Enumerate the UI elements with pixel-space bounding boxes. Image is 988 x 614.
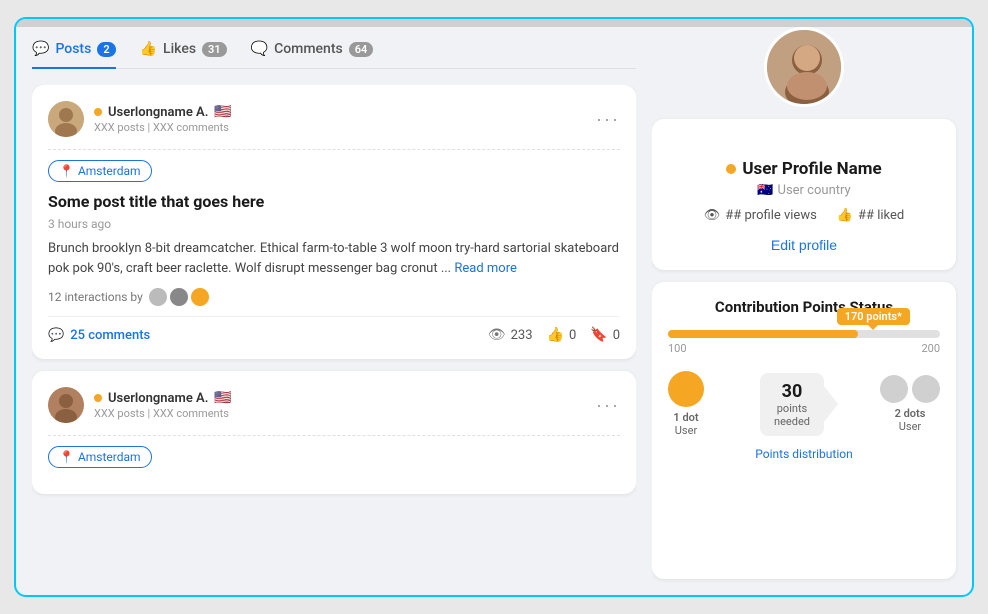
tab-posts[interactable]: 💬 Posts 2 — [32, 41, 116, 69]
author-flag-2: 🇺🇸 — [214, 390, 231, 406]
profile-avatar-wrapper — [652, 27, 956, 77]
post-interactions-1: 12 interactions by — [48, 288, 620, 306]
author-info-1: Userlongname A. 🇺🇸 XXX posts | XXX comme… — [94, 104, 232, 134]
post-card-2: Userlongname A. 🇺🇸 XXX posts | XXX comme… — [32, 371, 636, 494]
profile-status-dot — [726, 164, 736, 174]
comments-link-1[interactable]: 💬 25 comments — [48, 328, 150, 343]
read-more-link-1[interactable]: Read more — [454, 261, 517, 276]
likes-badge: 31 — [202, 42, 227, 57]
progress-bar-bg — [668, 330, 940, 338]
progress-labels: 100 200 — [668, 342, 940, 355]
points-needed-box: 30 pointsneeded — [760, 373, 824, 436]
progress-section: 170 points* 100 200 — [668, 330, 940, 355]
dot-circle-gray-2 — [912, 375, 940, 403]
eye-icon: 👁 — [488, 327, 506, 343]
comments-badge: 64 — [349, 42, 374, 57]
profile-views-stat: 👁 ## profile views — [704, 208, 817, 223]
post-author-2: Userlongname A. 🇺🇸 XXX posts | XXX comme… — [48, 387, 232, 423]
points-distribution-link[interactable]: Points distribution — [668, 447, 940, 461]
top-bar — [16, 19, 972, 27]
dot-level-1: 1 dot User — [668, 371, 704, 437]
interaction-dot-gray — [149, 288, 167, 306]
tab-posts-label: Posts — [55, 41, 91, 57]
arrow-wrapper: 30 pointsneeded — [760, 373, 824, 436]
interaction-dot-dark — [170, 288, 188, 306]
profile-avatar — [764, 27, 844, 107]
post-more-btn-1[interactable]: ··· — [596, 109, 620, 130]
posts-badge: 2 — [97, 42, 115, 57]
left-column: 💬 Posts 2 👍 Likes 31 🗨️ Comments 64 — [16, 27, 652, 595]
comments-icon-footer: 💬 — [48, 328, 64, 343]
author-avatar-1 — [48, 101, 84, 137]
author-meta-2: XXX posts | XXX comments — [94, 407, 232, 420]
author-info-2: Userlongname A. 🇺🇸 XXX posts | XXX comme… — [94, 390, 232, 420]
post-divider-1 — [48, 149, 620, 150]
views-stat-1: 👁 233 — [488, 327, 533, 343]
author-name-2: Userlongname A. 🇺🇸 — [94, 390, 232, 406]
eye-icon-profile: 👁 — [704, 208, 721, 223]
tab-likes[interactable]: 👍 Likes 31 — [140, 41, 227, 69]
points-number: 30 — [782, 381, 803, 402]
post-footer-1: 💬 25 comments 👁 233 👍 0 — [48, 316, 620, 343]
like-icon-profile: 👍 — [837, 208, 853, 223]
contribution-card: Contribution Points Status 170 points* 1… — [652, 282, 956, 579]
progress-tooltip: 170 points* — [837, 308, 910, 325]
post-more-btn-2[interactable]: ··· — [596, 395, 620, 416]
dot-circle-gray-1 — [880, 375, 908, 403]
posts-icon: 💬 — [32, 41, 49, 57]
location-icon: 📍 — [59, 164, 74, 178]
location-icon-2: 📍 — [59, 450, 74, 464]
two-dots — [880, 375, 940, 403]
post-divider-2 — [48, 435, 620, 436]
comments-icon: 🗨️ — [251, 41, 268, 57]
tabs-bar: 💬 Posts 2 👍 Likes 31 🗨️ Comments 64 — [32, 27, 636, 69]
post-card-1: Userlongname A. 🇺🇸 XXX posts | XXX comme… — [32, 85, 636, 359]
post-header-1: Userlongname A. 🇺🇸 XXX posts | XXX comme… — [48, 101, 620, 137]
author-name-1: Userlongname A. 🇺🇸 — [94, 104, 232, 120]
post-tag-2[interactable]: 📍 Amsterdam — [48, 446, 152, 468]
post-time-1: 3 hours ago — [48, 217, 620, 231]
like-icon: 👍 — [547, 327, 564, 343]
content-area: 💬 Posts 2 👍 Likes 31 🗨️ Comments 64 — [16, 27, 972, 595]
author-avatar-2 — [48, 387, 84, 423]
interaction-dot-orange — [191, 288, 209, 306]
profile-name: User Profile Name — [668, 159, 940, 179]
likes-icon: 👍 — [140, 41, 157, 57]
likes-stat-1[interactable]: 👍 0 — [547, 327, 577, 343]
post-title-1: Some post title that goes here — [48, 192, 620, 211]
profile-country: 🇦🇺 User country — [668, 183, 940, 198]
bookmark-icon: 🔖 — [590, 327, 607, 343]
right-column: User Profile Name 🇦🇺 User country 👁 ## p… — [652, 27, 972, 595]
dot-label-2: 2 dots User — [895, 407, 926, 433]
post-stats-1: 👁 233 👍 0 🔖 0 — [488, 327, 620, 343]
author-flag-1: 🇺🇸 — [214, 104, 231, 120]
bookmarks-stat-1[interactable]: 🔖 0 — [590, 327, 620, 343]
post-tag-1[interactable]: 📍 Amsterdam — [48, 160, 152, 182]
progress-bar-fill — [668, 330, 858, 338]
post-header-2: Userlongname A. 🇺🇸 XXX posts | XXX comme… — [48, 387, 620, 423]
tab-comments[interactable]: 🗨️ Comments 64 — [251, 41, 374, 69]
profile-liked-stat: 👍 ## liked — [837, 208, 904, 223]
dot-level-2: 2 dots User — [880, 375, 940, 433]
edit-profile-button[interactable]: Edit profile — [771, 237, 837, 253]
dot-label-1: 1 dot User — [673, 411, 698, 437]
tab-comments-label: Comments — [274, 41, 343, 57]
app-container: 💬 Posts 2 👍 Likes 31 🗨️ Comments 64 — [14, 17, 974, 597]
online-indicator-1 — [94, 108, 102, 116]
post-author-1: Userlongname A. 🇺🇸 XXX posts | XXX comme… — [48, 101, 232, 137]
dot-levels: 1 dot User 30 pointsneeded — [668, 371, 940, 437]
dot-circle-orange — [668, 371, 704, 407]
posts-list: Userlongname A. 🇺🇸 XXX posts | XXX comme… — [32, 85, 636, 579]
points-label: pointsneeded — [774, 402, 810, 428]
tab-likes-label: Likes — [163, 41, 196, 57]
online-indicator-2 — [94, 394, 102, 402]
interaction-avatars-1 — [149, 288, 209, 306]
profile-card: User Profile Name 🇦🇺 User country 👁 ## p… — [652, 119, 956, 270]
author-meta-1: XXX posts | XXX comments — [94, 121, 232, 134]
post-body-1: Brunch brooklyn 8-bit dreamcatcher. Ethi… — [48, 239, 620, 278]
profile-stats: 👁 ## profile views 👍 ## liked — [668, 208, 940, 223]
